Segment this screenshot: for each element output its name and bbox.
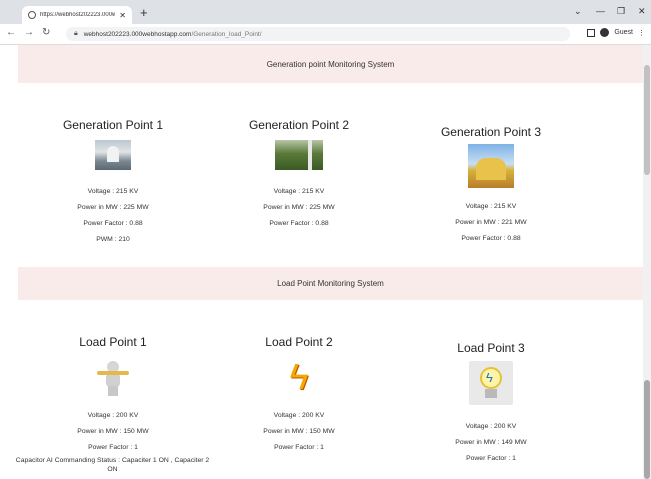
power-factor-text: Power Factor : 0.88 bbox=[461, 235, 521, 242]
power-factor-text: Power Factor : 1 bbox=[274, 444, 324, 451]
generation-card-2: Generation Point 2 Voltage : 215 KV Powe… bbox=[204, 118, 394, 227]
load-card-3: Load Point 3 ϟ Voltage : 200 KV Power in… bbox=[396, 341, 586, 462]
close-window-button[interactable]: ✕ bbox=[638, 6, 646, 17]
generation-title: Generation Point 2 bbox=[248, 118, 350, 132]
profile-label[interactable]: Guest bbox=[614, 29, 633, 36]
generation-title: Generation Point 1 bbox=[62, 118, 164, 132]
voltage-text: Voltage : 215 KV bbox=[465, 203, 517, 210]
power-factor-text: Power Factor : 0.88 bbox=[269, 220, 329, 227]
power-text: Power in MW : 225 MW bbox=[77, 204, 149, 211]
load-title: Load Point 2 bbox=[265, 335, 333, 349]
tab-strip: https://webhost202223.000webt ✕ + ⌄ — ❐ … bbox=[0, 0, 651, 24]
load-title: Load Point 3 bbox=[457, 341, 525, 355]
power-text: Power in MW : 149 MW bbox=[455, 439, 527, 446]
maximize-button[interactable]: ❐ bbox=[617, 6, 625, 17]
lightning-bolt-icon: ϟ bbox=[289, 356, 309, 397]
load-card-1: Load Point 1 Voltage : 200 KV Power in M… bbox=[16, 335, 209, 474]
scrollbar-thumb-lower[interactable] bbox=[644, 380, 650, 479]
load-header: Load Point Monitoring System bbox=[18, 267, 643, 300]
power-text: Power in MW : 225 MW bbox=[263, 204, 335, 211]
url-path: /Generation_load_Point/ bbox=[191, 30, 262, 38]
generation-header-text: Generation point Monitoring System bbox=[266, 59, 395, 69]
generation-card-1: Generation Point 1 Voltage : 215 KV Powe… bbox=[18, 118, 208, 243]
scrollbar-thumb[interactable] bbox=[644, 65, 650, 175]
globe-icon bbox=[28, 11, 36, 19]
new-tab-button[interactable]: + bbox=[140, 5, 148, 20]
load-card-2: Load Point 2 ϟ Voltage : 200 KV Power in… bbox=[204, 335, 394, 451]
voltage-text: Voltage : 200 KV bbox=[87, 412, 139, 419]
sidepanel-icon[interactable] bbox=[587, 28, 596, 37]
page-content: Generation point Monitoring System Gener… bbox=[16, 45, 643, 479]
tab-title: https://webhost202223.000webt bbox=[40, 12, 116, 18]
power-text: Power in MW : 150 MW bbox=[263, 428, 335, 435]
power-text: Power in MW : 221 MW bbox=[455, 219, 527, 226]
address-bar: ← → ↻ 🔒︎ webhost202223.000webhostapp.com… bbox=[0, 24, 651, 45]
browser-actions: Guest ⋮ bbox=[587, 28, 645, 37]
electrician-icon bbox=[93, 357, 133, 397]
browser-tab[interactable]: https://webhost202223.000webt ✕ bbox=[22, 6, 132, 24]
load-header-text: Load Point Monitoring System bbox=[277, 279, 384, 288]
reload-icon[interactable]: ↻ bbox=[42, 27, 50, 38]
voltage-text: Voltage : 200 KV bbox=[273, 412, 325, 419]
page-scrollbar[interactable] bbox=[643, 45, 651, 479]
generation-title: Generation Point 3 bbox=[440, 125, 542, 139]
minimize-button[interactable]: — bbox=[596, 6, 605, 16]
voltage-text: Voltage : 200 KV bbox=[465, 423, 517, 430]
power-text: Power in MW : 150 MW bbox=[77, 428, 149, 435]
profile-icon[interactable] bbox=[600, 28, 610, 37]
arrow-left-icon[interactable]: ← bbox=[6, 27, 16, 38]
generation-card-3: Generation Point 3 Voltage : 215 KV Powe… bbox=[396, 125, 586, 242]
kebab-menu-icon[interactable]: ⋮ bbox=[638, 29, 645, 37]
power-factor-text: Power Factor : 0.88 bbox=[83, 220, 143, 227]
pwm-text: PWM : 210 bbox=[96, 236, 130, 243]
tab-search-icon[interactable]: ⌄ bbox=[574, 6, 582, 17]
generation-header: Generation point Monitoring System bbox=[18, 45, 643, 83]
power-factor-text: Power Factor : 1 bbox=[88, 444, 138, 451]
light-bulb-icon: ϟ bbox=[469, 361, 513, 405]
url-domain: webhost202223.000webhostapp.com bbox=[83, 30, 192, 38]
lock-icon[interactable]: 🔒︎ bbox=[74, 30, 78, 38]
close-icon[interactable]: ✕ bbox=[119, 11, 126, 20]
voltage-text: Voltage : 215 KV bbox=[273, 188, 325, 195]
url-field[interactable]: 🔒︎ webhost202223.000webhostapp.com/Gener… bbox=[66, 27, 570, 41]
power-plant-image bbox=[95, 140, 131, 170]
voltage-text: Voltage : 215 KV bbox=[87, 188, 139, 195]
temple-plant-image bbox=[468, 144, 514, 188]
arrow-right-icon[interactable]: → bbox=[24, 27, 34, 38]
capacitor-status-text: Capacitor AI Commanding Status : Capacit… bbox=[15, 457, 210, 473]
power-factor-text: Power Factor : 1 bbox=[466, 455, 516, 462]
load-title: Load Point 1 bbox=[79, 335, 147, 349]
hydro-plant-image bbox=[275, 140, 323, 170]
